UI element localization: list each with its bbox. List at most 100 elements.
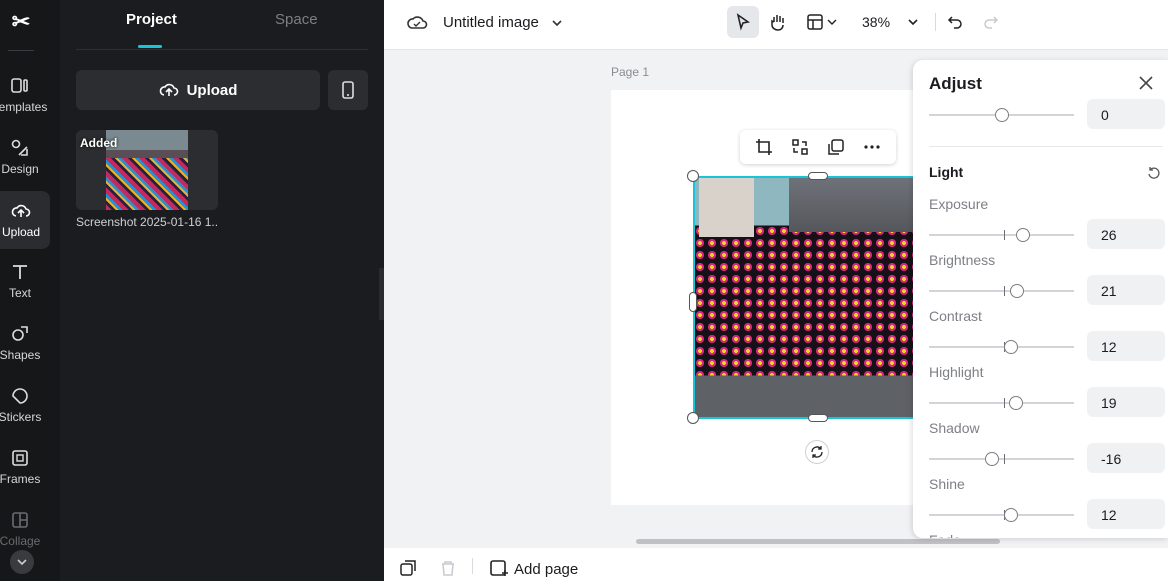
panel-divider xyxy=(76,49,368,50)
light-section-title: Light xyxy=(929,164,964,180)
slider-brightness[interactable] xyxy=(929,284,1074,298)
slider-knob[interactable] xyxy=(1015,228,1030,242)
close-icon[interactable] xyxy=(1139,76,1153,90)
undo-icon xyxy=(947,16,962,29)
rail-label: Shapes xyxy=(0,348,41,362)
value-field-exposure[interactable]: 26 xyxy=(1087,219,1165,249)
bottom-divider xyxy=(472,558,473,574)
value-field-brightness[interactable]: 21 xyxy=(1087,275,1165,305)
rail-item-design[interactable]: Design xyxy=(0,128,50,186)
slider-shine[interactable] xyxy=(929,508,1074,522)
rail-item-upload[interactable]: Upload xyxy=(0,191,50,249)
adjust-label-fade: Fade xyxy=(929,532,961,538)
slider-shadow[interactable] xyxy=(929,452,1074,466)
rail-item-templates[interactable]: Templates xyxy=(0,66,50,124)
chevron-down-icon xyxy=(827,19,837,25)
horizontal-scrollbar[interactable] xyxy=(636,539,1000,544)
duplicate-page-icon[interactable] xyxy=(400,560,416,576)
page-label: Page 1 xyxy=(611,65,650,79)
upload-label: Upload xyxy=(186,81,238,99)
slider-knob[interactable] xyxy=(1004,340,1019,354)
bottom-bar: Add page xyxy=(384,548,1168,581)
resize-handle-top-left[interactable] xyxy=(687,170,699,182)
hand-icon xyxy=(771,15,784,31)
add-page-button[interactable]: Add page xyxy=(490,560,578,578)
chevron-down-icon[interactable] xyxy=(551,14,563,32)
upload-from-phone-button[interactable] xyxy=(328,70,368,110)
value-field-contrast[interactable]: 12 xyxy=(1087,331,1165,361)
pointer-icon xyxy=(736,13,750,31)
replace-icon xyxy=(792,139,808,155)
hand-tool-button[interactable] xyxy=(762,6,794,38)
media-thumbnail[interactable]: Added xyxy=(76,130,218,210)
capcut-logo[interactable]: ✂ xyxy=(6,8,36,36)
cloud-sync-icon[interactable] xyxy=(406,13,428,31)
slider-knob[interactable] xyxy=(1008,396,1023,410)
slider-knob[interactable] xyxy=(995,108,1009,122)
rail-item-collage[interactable]: Collage xyxy=(0,500,50,558)
rail-label: Stickers xyxy=(0,410,42,424)
resize-handle-bottom[interactable] xyxy=(808,414,828,422)
redo-button[interactable] xyxy=(975,6,1007,38)
upload-cloud-icon xyxy=(159,83,178,96)
trash-icon[interactable] xyxy=(440,560,456,576)
phone-icon xyxy=(342,81,354,99)
prior-slider[interactable] xyxy=(929,108,1074,122)
tab-space[interactable]: Space xyxy=(275,11,318,28)
undo-button[interactable] xyxy=(939,6,971,38)
resize-handle-left[interactable] xyxy=(689,292,697,312)
rail-label: Templates xyxy=(0,100,48,114)
select-tool-button[interactable] xyxy=(727,6,759,38)
text-icon xyxy=(13,265,27,279)
add-page-icon xyxy=(490,560,508,576)
slider-center-tick xyxy=(1004,230,1005,240)
rail-item-shapes[interactable]: Shapes xyxy=(0,314,50,372)
adjust-label-contrast: Contrast xyxy=(929,308,982,324)
media-filename: Screenshot 2025-01-16 1... xyxy=(76,215,218,229)
prior-value-field[interactable]: 0 xyxy=(1087,99,1165,129)
reset-icon[interactable] xyxy=(1147,166,1161,180)
toolbar-divider xyxy=(935,13,936,31)
resize-handle-bottom-left[interactable] xyxy=(687,412,699,424)
zoom-level[interactable]: 38% xyxy=(862,14,890,30)
rail-label: Design xyxy=(1,162,39,176)
chevron-down-icon[interactable] xyxy=(907,16,919,28)
image-context-toolbar xyxy=(740,130,896,164)
rail-item-frames[interactable]: Frames xyxy=(0,438,50,496)
upload-button[interactable]: Upload xyxy=(76,70,320,110)
rail-item-stickers[interactable]: Stickers xyxy=(0,376,50,434)
rotate-handle[interactable] xyxy=(805,440,829,464)
selection-box xyxy=(693,176,923,419)
adjust-label-brightness: Brightness xyxy=(929,252,996,268)
resize-handle-top[interactable] xyxy=(808,172,828,180)
templates-icon xyxy=(11,78,28,93)
adjust-panel: Adjust 0 Light Exposure 26 Brightness 21 Con… xyxy=(913,60,1168,538)
duplicate-button[interactable] xyxy=(826,137,846,157)
rail-expand-button[interactable] xyxy=(10,550,34,574)
rail-label: Text xyxy=(8,286,31,300)
more-options-button[interactable] xyxy=(862,137,882,157)
slider-knob[interactable] xyxy=(1004,508,1019,522)
tab-project[interactable]: Project xyxy=(126,11,177,28)
adjust-label-shadow: Shadow xyxy=(929,420,980,436)
rail-label: Upload xyxy=(1,225,41,239)
value-field-shadow[interactable]: -16 xyxy=(1087,443,1165,473)
top-toolbar: Untitled image 38% xyxy=(384,0,1168,50)
upload-panel: Project Space Upload Added Screenshot 20… xyxy=(60,0,384,581)
bedspread-photo-thumbnail xyxy=(106,130,188,210)
crop-button[interactable] xyxy=(754,137,774,157)
slider-highlight[interactable] xyxy=(929,396,1074,410)
add-page-label: Add page xyxy=(514,560,579,578)
layout-menu-button[interactable] xyxy=(802,6,842,38)
replace-button[interactable] xyxy=(790,137,810,157)
value-field-shine[interactable]: 12 xyxy=(1087,499,1165,529)
slider-knob[interactable] xyxy=(1010,284,1025,298)
slider-contrast[interactable] xyxy=(929,340,1074,354)
slider-exposure[interactable] xyxy=(929,228,1074,242)
value-field-highlight[interactable]: 19 xyxy=(1087,387,1165,417)
adjust-label-shine: Shine xyxy=(929,476,965,492)
document-title[interactable]: Untitled image xyxy=(443,14,539,31)
rail-item-text[interactable]: Text xyxy=(0,252,50,310)
section-divider xyxy=(929,146,1163,147)
slider-knob[interactable] xyxy=(985,452,1000,466)
